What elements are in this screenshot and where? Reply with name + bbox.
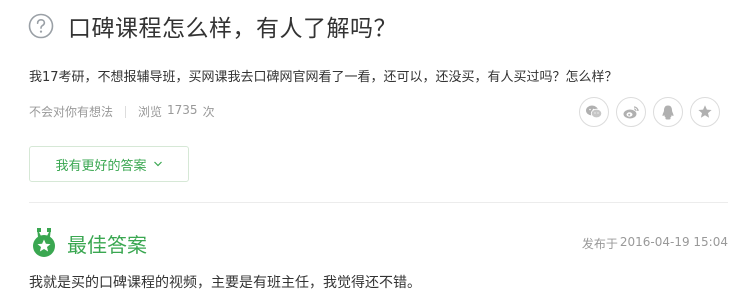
favorite-button[interactable] xyxy=(690,97,720,127)
better-answer-button[interactable]: 我有更好的答案 xyxy=(29,146,189,182)
question-header: 口碑课程怎么样，有人了解吗？ xyxy=(28,10,397,42)
qq-icon xyxy=(662,105,674,119)
share-weibo-button[interactable] xyxy=(616,97,646,127)
question-body: 我17考研，不想报辅导班，买网课我去口碑网官网看了一看，还可以，还没买，有人买过… xyxy=(29,70,618,85)
views-number: 1735 xyxy=(167,103,198,117)
share-qq-button[interactable] xyxy=(653,97,683,127)
views-label: 浏览 xyxy=(138,105,163,119)
question-meta: 不会对你有想法 浏览 1735 次 xyxy=(29,103,215,120)
share-bar xyxy=(579,97,720,127)
weibo-icon xyxy=(623,106,639,119)
question-title: 口碑课程怎么样，有人了解吗？ xyxy=(68,16,397,42)
best-answer-title: 最佳答案 xyxy=(67,232,147,257)
best-answer-content: 我就是买的口碑课程的视频，主要是有班主任，我觉得还不错。 xyxy=(29,275,421,291)
wechat-icon xyxy=(586,105,603,119)
medal-icon xyxy=(33,228,55,257)
views-unit: 次 xyxy=(202,105,215,119)
question-mark-icon xyxy=(28,13,54,39)
no-idea-link[interactable]: 不会对你有想法 xyxy=(29,103,113,120)
meta-divider xyxy=(125,105,127,118)
publish-label: 发布于 xyxy=(581,236,618,251)
better-answer-label: 我有更好的答案 xyxy=(55,158,147,174)
publish-time: 发布于 2016-04-19 15:04 xyxy=(582,235,728,252)
view-count: 浏览 1735 次 xyxy=(138,103,215,120)
best-answer-header: 最佳答案 发布于 2016-04-19 15:04 xyxy=(29,226,728,260)
publish-datetime: 2016-04-19 15:04 xyxy=(619,234,728,249)
share-wechat-button[interactable] xyxy=(579,97,609,127)
chevron-down-icon xyxy=(153,161,162,167)
section-divider xyxy=(29,202,728,203)
favorite-star-icon xyxy=(698,105,712,118)
